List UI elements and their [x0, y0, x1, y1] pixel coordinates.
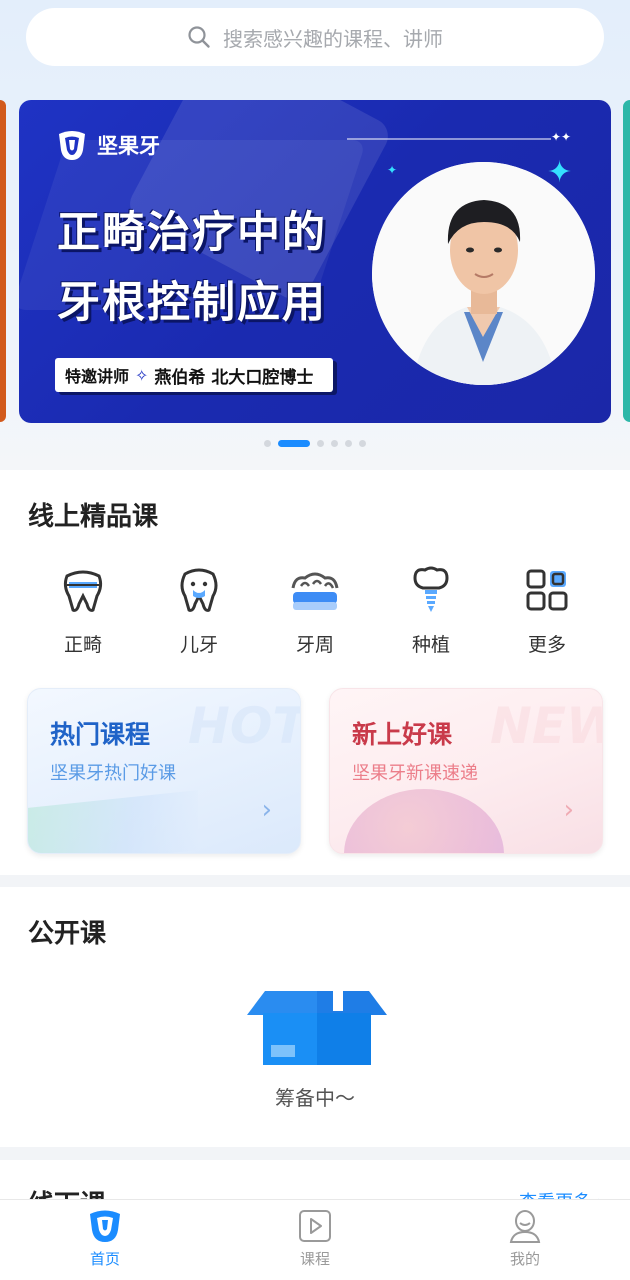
implant-icon	[403, 564, 459, 616]
sparkle-icon: ✦	[387, 163, 398, 177]
section-title: 线上精品课	[28, 502, 159, 532]
speaker-name: 燕伯希 北大口腔博士	[154, 367, 314, 388]
chevron-right-icon: ›	[563, 795, 574, 825]
card-watermark: NEW	[490, 697, 602, 755]
section-title: 公开课	[28, 919, 107, 949]
new-courses-card[interactable]: NEW 新上好课 坚果牙新课速递 ›	[329, 688, 603, 854]
banner-carousel[interactable]: 坚果牙 ✦✦ ✦ ✦ 正畸治疗中的 牙根控制应用 特邀讲师 ✧ 燕伯希 北大口腔…	[19, 100, 611, 423]
banner-prev-peek[interactable]	[0, 100, 6, 422]
sparkle-icon: ✦✦	[551, 130, 572, 144]
search-placeholder: 搜索感兴趣的课程、讲师	[223, 26, 443, 51]
category-label: 儿牙	[179, 634, 218, 656]
banner-title-line1: 正畸治疗中的	[57, 208, 327, 258]
public-courses-section: 公开课 筹备中～	[0, 887, 630, 1147]
online-courses-section: 线上精品课 正畸 儿牙 牙周 种植 更多 HOT 热门课程 坚果牙热门好课 › …	[0, 470, 630, 875]
carousel-dot[interactable]	[359, 439, 366, 447]
chevron-right-icon: ›	[261, 795, 272, 825]
tab-label: 课程	[299, 1250, 330, 1268]
hot-courses-card[interactable]: HOT 热门课程 坚果牙热门好课 ›	[27, 688, 301, 854]
card-subtitle: 坚果牙热门好课	[50, 763, 176, 784]
child-tooth-icon	[171, 564, 227, 616]
category-periodontal[interactable]: 牙周	[260, 564, 370, 660]
more-grid-icon	[519, 564, 575, 616]
carousel-indicator	[0, 438, 630, 448]
speaker-photo	[372, 162, 595, 385]
braces-tooth-icon	[55, 564, 111, 616]
carousel-dot[interactable]	[345, 439, 352, 447]
play-icon	[299, 1210, 331, 1242]
banner-decoration	[347, 138, 551, 140]
category-row: 正畸 儿牙 牙周 种植 更多	[0, 564, 630, 664]
card-decoration	[28, 790, 198, 853]
carousel-dot[interactable]	[331, 439, 338, 447]
search-icon	[188, 26, 210, 48]
carousel-dot-active[interactable]	[278, 439, 310, 447]
speaker-role: 特邀讲师	[65, 367, 130, 386]
empty-box-icon	[247, 991, 387, 1065]
category-more[interactable]: 更多	[492, 564, 602, 660]
tab-home[interactable]: 首页	[55, 1208, 155, 1274]
category-label: 更多	[527, 634, 566, 656]
banner-brand: 坚果牙	[55, 128, 160, 162]
banner-next-peek[interactable]	[623, 100, 630, 422]
carousel-dot[interactable]	[264, 439, 271, 447]
speaker-bar: 特邀讲师 ✧ 燕伯希 北大口腔博士	[55, 358, 333, 392]
speaker-portrait	[372, 162, 595, 385]
tab-label: 首页	[89, 1250, 120, 1268]
card-title: 热门课程	[50, 720, 151, 749]
card-title: 新上好课	[352, 720, 453, 749]
carousel-dot[interactable]	[317, 439, 324, 447]
empty-state-text: 筹备中～	[275, 1086, 355, 1110]
search-bar[interactable]: 搜索感兴趣的课程、讲师	[26, 8, 604, 66]
periodontal-icon	[287, 564, 343, 616]
category-label: 牙周	[295, 634, 334, 656]
brand-name: 坚果牙	[97, 134, 160, 158]
banner-title-line2: 牙根控制应用	[57, 278, 327, 328]
category-label: 种植	[411, 634, 450, 656]
category-pediatric[interactable]: 儿牙	[144, 564, 254, 660]
tab-label: 我的	[509, 1250, 540, 1268]
sparkle-icon: ✧	[135, 365, 149, 385]
bottom-tab-bar: 首页 课程 我的	[0, 1199, 630, 1280]
tab-courses[interactable]: 课程	[265, 1208, 365, 1274]
category-orthodontics[interactable]: 正畸	[28, 564, 138, 660]
tab-profile[interactable]: 我的	[475, 1208, 575, 1274]
category-label: 正畸	[63, 634, 102, 656]
card-watermark: HOT	[188, 697, 301, 755]
card-subtitle: 坚果牙新课速递	[352, 763, 478, 784]
home-tooth-icon	[90, 1210, 120, 1242]
card-decoration	[344, 789, 504, 853]
category-implant[interactable]: 种植	[376, 564, 486, 660]
user-icon	[509, 1210, 541, 1243]
brand-logo-icon	[59, 131, 85, 160]
